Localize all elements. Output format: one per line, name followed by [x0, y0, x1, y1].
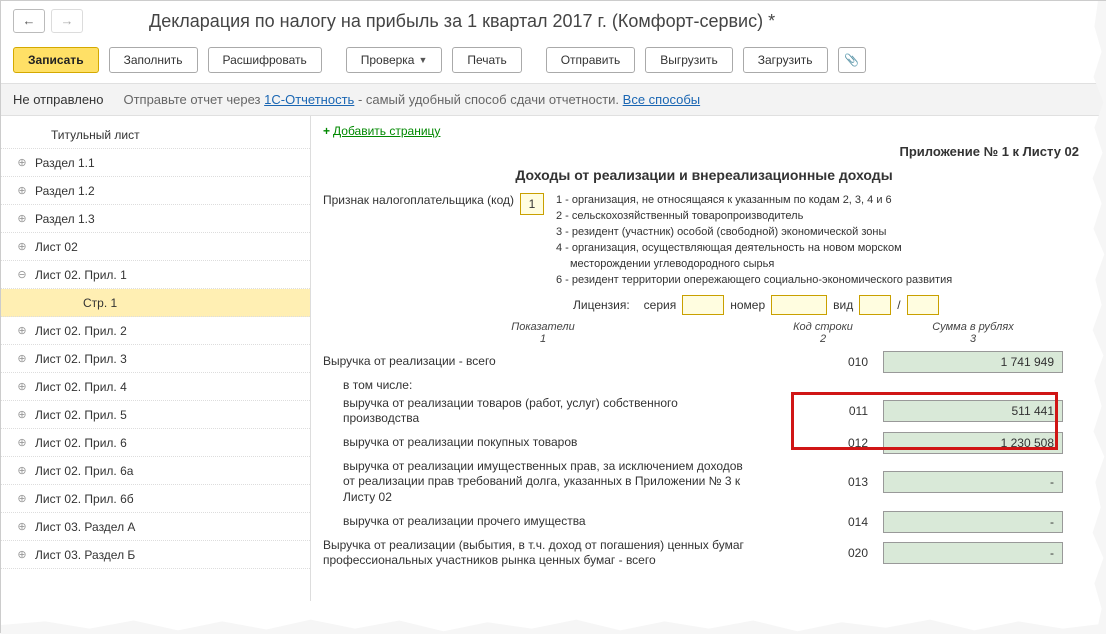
- plus-icon: +: [323, 124, 330, 138]
- row-010: Выручка от реализации - всего 010 1 741 …: [323, 351, 1085, 373]
- taxpayer-notes: 1 - организация, не относящаяся к указан…: [556, 193, 952, 289]
- tree-toggle-icon: ⊕: [15, 408, 29, 421]
- nav-back-button[interactable]: ←: [13, 9, 45, 33]
- nav-tree: Титульный лист ⊕ Раздел 1.1 ⊕ Раздел 1.2 ⊕ Раз…: [1, 116, 311, 601]
- status-text: Не отправлено: [13, 92, 103, 107]
- tree-item-0[interactable]: Титульный лист: [1, 121, 310, 149]
- link-1c-report[interactable]: 1С-Отчетность: [264, 92, 354, 107]
- license-number-field[interactable]: [771, 295, 827, 315]
- field-011[interactable]: 511 441: [883, 400, 1063, 422]
- attach-button[interactable]: 📎: [838, 47, 866, 73]
- row-013: выручка от реализации имущественных прав…: [323, 459, 1085, 506]
- paperclip-icon: 📎: [844, 53, 859, 67]
- tree-item-label: Лист 03. Раздел А: [35, 520, 135, 534]
- tree-toggle-icon: ⊕: [15, 436, 29, 449]
- field-014[interactable]: [883, 511, 1063, 533]
- tree-item-label: Лист 02. Прил. 5: [35, 408, 127, 422]
- import-button[interactable]: Загрузить: [743, 47, 828, 73]
- tree-item-10[interactable]: ⊕ Лист 02. Прил. 5: [1, 401, 310, 429]
- tree-item-8[interactable]: ⊕ Лист 02. Прил. 3: [1, 345, 310, 373]
- status-hint: Отправьте отчет через 1С-Отчетность - са…: [123, 92, 700, 107]
- tree-item-label: Лист 02. Прил. 6: [35, 436, 127, 450]
- chevron-down-icon: ▼: [418, 55, 427, 65]
- tree-toggle-icon: ⊕: [15, 352, 29, 365]
- save-button[interactable]: Записать: [13, 47, 99, 73]
- tree-item-label: Раздел 1.1: [35, 156, 95, 170]
- fill-button[interactable]: Заполнить: [109, 47, 198, 73]
- tree-item-label: Раздел 1.3: [35, 212, 95, 226]
- add-page-link[interactable]: +Добавить страницу: [323, 124, 1085, 138]
- tree-item-label: Стр. 1: [83, 296, 117, 310]
- field-010[interactable]: 1 741 949: [883, 351, 1063, 373]
- tree-item-1[interactable]: ⊕ Раздел 1.1: [1, 149, 310, 177]
- tree-item-label: Лист 03. Раздел Б: [35, 548, 135, 562]
- tree-item-2[interactable]: ⊕ Раздел 1.2: [1, 177, 310, 205]
- tree-item-label: Лист 02. Прил. 6а: [35, 464, 133, 478]
- page-title: Декларация по налогу на прибыль за 1 ква…: [149, 11, 775, 32]
- license-row: Лицензия: серия номер вид /: [573, 295, 1085, 315]
- field-012[interactable]: 1 230 508: [883, 432, 1063, 454]
- nav-forward-button[interactable]: →: [51, 9, 83, 33]
- taxpayer-code-field[interactable]: 1: [520, 193, 544, 215]
- tree-item-11[interactable]: ⊕ Лист 02. Прил. 6: [1, 429, 310, 457]
- tree-item-label: Лист 02. Прил. 1: [35, 268, 127, 282]
- export-button[interactable]: Выгрузить: [645, 47, 733, 73]
- tree-item-3[interactable]: ⊕ Раздел 1.3: [1, 205, 310, 233]
- decrypt-button[interactable]: Расшифровать: [208, 47, 322, 73]
- tree-item-13[interactable]: ⊕ Лист 02. Прил. 6б: [1, 485, 310, 513]
- tree-toggle-icon: ⊕: [15, 548, 29, 561]
- tree-toggle-icon: ⊕: [15, 184, 29, 197]
- license-series-field[interactable]: [682, 295, 724, 315]
- tree-item-7[interactable]: ⊕ Лист 02. Прил. 2: [1, 317, 310, 345]
- tree-item-label: Титульный лист: [51, 128, 140, 142]
- license-type1-field[interactable]: [859, 295, 891, 315]
- print-button[interactable]: Печать: [452, 47, 521, 73]
- field-020[interactable]: [883, 542, 1063, 564]
- tree-item-label: Лист 02. Прил. 2: [35, 324, 127, 338]
- link-all-methods[interactable]: Все способы: [623, 92, 700, 107]
- column-headers: Показатели1 Код строки2 Сумма в рублях3: [323, 321, 1085, 345]
- section-title: Доходы от реализации и внереализационные…: [323, 167, 1085, 183]
- license-type2-field[interactable]: [907, 295, 939, 315]
- taxpayer-label: Признак налогоплательщика (код): [323, 193, 514, 207]
- status-bar: Не отправлено Отправьте отчет через 1С-О…: [1, 83, 1105, 116]
- tree-item-label: Лист 02. Прил. 3: [35, 352, 127, 366]
- row-012: выручка от реализации покупных товаров 0…: [323, 432, 1085, 454]
- check-button[interactable]: Проверка ▼: [346, 47, 443, 73]
- toolbar: Записать Заполнить Расшифровать Проверка…: [1, 37, 1105, 83]
- tree-toggle-icon: ⊕: [15, 492, 29, 505]
- tree-item-9[interactable]: ⊕ Лист 02. Прил. 4: [1, 373, 310, 401]
- tree-toggle-icon: ⊕: [15, 240, 29, 253]
- tree-item-label: Раздел 1.2: [35, 184, 95, 198]
- tree-toggle-icon: ⊖: [15, 268, 29, 281]
- appendix-title: Приложение № 1 к Листу 02: [323, 144, 1079, 159]
- content-pane: +Добавить страницу Приложение № 1 к Лист…: [311, 116, 1105, 601]
- tree-item-label: Лист 02: [35, 240, 78, 254]
- field-013[interactable]: [883, 471, 1063, 493]
- tree-item-12[interactable]: ⊕ Лист 02. Прил. 6а: [1, 457, 310, 485]
- tree-item-6[interactable]: Стр. 1: [1, 289, 310, 317]
- tree-toggle-icon: ⊕: [15, 520, 29, 533]
- tree-item-15[interactable]: ⊕ Лист 03. Раздел Б: [1, 541, 310, 569]
- tree-toggle-icon: ⊕: [15, 464, 29, 477]
- tree-item-label: Лист 02. Прил. 4: [35, 380, 127, 394]
- tree-toggle-icon: ⊕: [15, 324, 29, 337]
- row-014: выручка от реализации прочего имущества …: [323, 511, 1085, 533]
- tree-toggle-icon: ⊕: [15, 156, 29, 169]
- subhead-incl: в том числе:: [323, 378, 1085, 392]
- check-label: Проверка: [361, 53, 415, 67]
- tree-item-label: Лист 02. Прил. 6б: [35, 492, 134, 506]
- tree-item-5[interactable]: ⊖ Лист 02. Прил. 1: [1, 261, 310, 289]
- row-011: выручка от реализации товаров (работ, ус…: [323, 396, 1085, 427]
- tree-toggle-icon: ⊕: [15, 380, 29, 393]
- row-020: Выручка от реализации (выбытия, в т.ч. д…: [323, 538, 1085, 569]
- tree-item-14[interactable]: ⊕ Лист 03. Раздел А: [1, 513, 310, 541]
- tree-item-4[interactable]: ⊕ Лист 02: [1, 233, 310, 261]
- send-button[interactable]: Отправить: [546, 47, 636, 73]
- tree-toggle-icon: ⊕: [15, 212, 29, 225]
